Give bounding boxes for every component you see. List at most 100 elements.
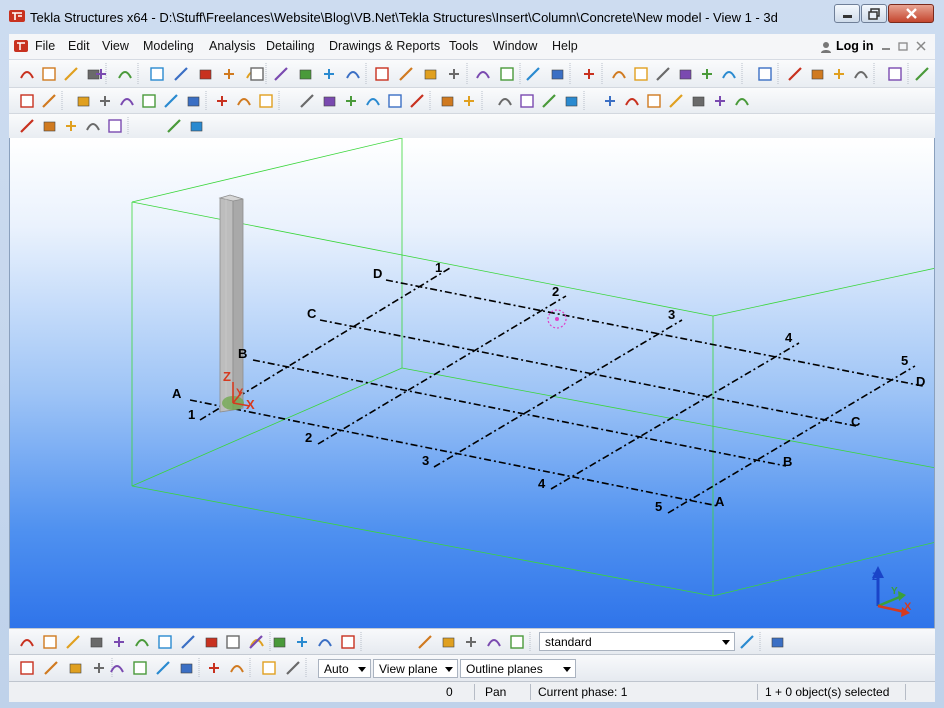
redo-icon[interactable] xyxy=(43,121,56,132)
snap-icon[interactable] xyxy=(854,71,868,79)
cut-icon[interactable] xyxy=(133,661,147,675)
filter-icon[interactable] xyxy=(510,635,524,649)
open-icon[interactable] xyxy=(634,67,648,81)
mdi-restore-icon[interactable] xyxy=(898,41,908,51)
plate-icon[interactable] xyxy=(300,94,314,108)
undo-icon[interactable] xyxy=(20,639,34,647)
grid-line[interactable] xyxy=(667,365,916,514)
undo-icon[interactable] xyxy=(20,94,34,108)
macro-icon[interactable] xyxy=(565,96,578,107)
select-icon[interactable] xyxy=(834,69,844,79)
grid-line[interactable] xyxy=(189,399,719,507)
bolt-icon[interactable] xyxy=(274,67,288,81)
menu-view[interactable]: View xyxy=(102,39,129,53)
grid-icon[interactable] xyxy=(205,637,218,648)
beam-icon[interactable] xyxy=(230,665,244,673)
column-icon[interactable] xyxy=(259,94,273,108)
grid-icon[interactable] xyxy=(209,663,219,673)
save-icon[interactable] xyxy=(656,67,670,81)
print-icon[interactable] xyxy=(108,119,122,133)
rotate-icon[interactable] xyxy=(341,635,355,649)
grid-line[interactable] xyxy=(317,295,567,445)
weld-icon[interactable] xyxy=(299,69,312,80)
print-icon[interactable] xyxy=(110,665,124,673)
view-icon[interactable] xyxy=(366,98,380,106)
cut-icon[interactable] xyxy=(167,119,181,133)
number-icon[interactable] xyxy=(424,69,437,80)
undo-icon[interactable] xyxy=(20,661,34,675)
zoom-icon[interactable] xyxy=(346,71,360,79)
grid-icon[interactable] xyxy=(888,67,902,81)
minimize-button[interactable] xyxy=(834,4,860,23)
drawing-icon[interactable] xyxy=(487,639,501,647)
grid-line[interactable] xyxy=(319,319,857,427)
save-icon[interactable] xyxy=(692,96,705,107)
login-link[interactable]: Log in xyxy=(836,39,874,53)
copy-icon[interactable] xyxy=(64,67,78,81)
menu-analysis[interactable]: Analysis xyxy=(209,39,256,53)
filter-icon[interactable] xyxy=(500,67,514,81)
copy-icon[interactable] xyxy=(66,121,76,131)
beam-icon[interactable] xyxy=(237,98,251,106)
tekla-menu-icon[interactable] xyxy=(14,40,28,52)
snap-icon[interactable] xyxy=(187,96,200,107)
grid-line[interactable] xyxy=(252,359,787,467)
copy-icon[interactable] xyxy=(69,663,82,674)
clash-icon[interactable] xyxy=(418,635,432,649)
menu-detailing[interactable]: Detailing xyxy=(266,39,315,53)
mdi-minimize-icon[interactable] xyxy=(881,41,891,51)
cut-icon[interactable] xyxy=(142,94,156,108)
menu-tools[interactable]: Tools xyxy=(449,39,478,53)
print-icon[interactable] xyxy=(120,98,134,106)
filter-icon[interactable] xyxy=(542,94,556,108)
open-icon[interactable] xyxy=(669,94,683,108)
menu-modeling[interactable]: Modeling xyxy=(143,39,194,53)
undo-icon[interactable] xyxy=(715,96,725,106)
outline-planes-select[interactable]: Outline planes xyxy=(460,659,576,678)
print-icon[interactable] xyxy=(114,637,124,647)
menu-drawings-reports[interactable]: Drawings & Reports xyxy=(329,39,440,53)
clash-icon[interactable] xyxy=(399,67,413,81)
number-icon[interactable] xyxy=(442,637,455,648)
snap-icon[interactable] xyxy=(174,67,188,81)
report-icon[interactable] xyxy=(498,98,512,106)
cut-icon[interactable] xyxy=(118,71,132,79)
paste-icon[interactable] xyxy=(100,96,110,106)
component-icon[interactable] xyxy=(551,69,564,80)
macro-icon[interactable] xyxy=(526,67,540,81)
drawing-icon[interactable] xyxy=(476,71,490,79)
grid-icon[interactable] xyxy=(217,96,227,106)
print-icon[interactable] xyxy=(788,67,802,81)
drawing-icon[interactable] xyxy=(520,94,534,108)
select-icon[interactable] xyxy=(158,635,172,649)
select-icon[interactable] xyxy=(164,94,178,108)
menu-window[interactable]: Window xyxy=(493,39,537,53)
weld-icon[interactable] xyxy=(346,96,356,106)
grid-line[interactable] xyxy=(385,279,924,387)
close-button[interactable] xyxy=(888,4,934,23)
grid-icon[interactable] xyxy=(199,69,212,80)
plate-icon[interactable] xyxy=(250,67,264,81)
undo-icon[interactable] xyxy=(20,71,34,79)
component-icon[interactable] xyxy=(771,637,784,648)
redo-icon[interactable] xyxy=(735,98,749,106)
select-icon[interactable] xyxy=(190,121,203,132)
component-icon[interactable] xyxy=(605,96,615,106)
copy-icon[interactable] xyxy=(66,635,80,649)
new-icon[interactable] xyxy=(612,71,626,79)
copy-icon[interactable] xyxy=(77,96,90,107)
report-icon[interactable] xyxy=(449,69,459,79)
grid-line[interactable] xyxy=(550,342,800,490)
view-icon[interactable] xyxy=(324,69,334,79)
macro-icon[interactable] xyxy=(740,635,754,649)
menu-file[interactable]: File xyxy=(35,39,55,53)
undo-icon[interactable] xyxy=(679,69,692,80)
rotate-icon[interactable] xyxy=(410,94,424,108)
paste-icon[interactable] xyxy=(90,637,103,648)
snap-icon[interactable] xyxy=(181,635,195,649)
redo-icon[interactable] xyxy=(702,69,712,79)
select-icon[interactable] xyxy=(156,661,170,675)
zoom-icon[interactable] xyxy=(388,94,402,108)
redo-icon[interactable] xyxy=(44,661,58,675)
redo-icon[interactable] xyxy=(42,67,56,81)
